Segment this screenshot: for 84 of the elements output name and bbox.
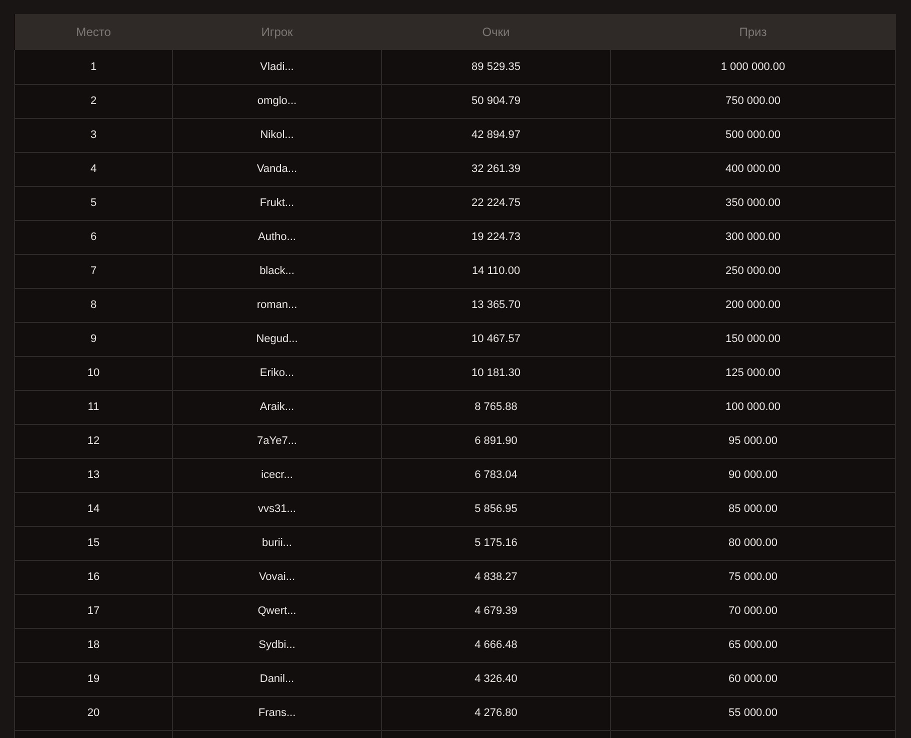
table-cell: 55 000.00 xyxy=(610,696,896,730)
table-cell: 1 xyxy=(14,50,172,84)
table-cell: Vovai... xyxy=(172,560,382,594)
table-cell: 10 467.57 xyxy=(382,322,610,356)
table-cell: 7aYe7... xyxy=(172,424,382,458)
table-cell: 42 894.97 xyxy=(382,118,610,152)
table-cell: 11 xyxy=(14,390,172,424)
table-cell: Qwert... xyxy=(172,594,382,628)
table-cell: 4 326.40 xyxy=(382,662,610,696)
table-cell: vvs31... xyxy=(172,492,382,526)
table-cell: 2 xyxy=(14,84,172,118)
table-cell: 18 xyxy=(14,628,172,662)
table-cell: 6 891.90 xyxy=(382,424,610,458)
table-cell: 50 904.79 xyxy=(382,84,610,118)
table-cell: 200 000.00 xyxy=(610,288,896,322)
table-cell: omglo... xyxy=(172,84,382,118)
table-cell: Nikol... xyxy=(172,118,382,152)
table-cell: 75 000.00 xyxy=(610,560,896,594)
table-cell: black... xyxy=(172,254,382,288)
table-cell: 5 175.16 xyxy=(382,526,610,560)
table-cell: 14 xyxy=(14,492,172,526)
table-cell: 90 000.00 xyxy=(610,458,896,492)
table-cell: 13 365.70 xyxy=(382,288,610,322)
table-cell: 89 529.35 xyxy=(382,50,610,84)
table-cell: 65 000.00 xyxy=(610,628,896,662)
table-cell: 60 000.00 xyxy=(610,662,896,696)
table-cell: 14 110.00 xyxy=(382,254,610,288)
table-cell: Autho... xyxy=(172,220,382,254)
table-cell: Araik... xyxy=(172,390,382,424)
table-cell: 3 xyxy=(14,118,172,152)
column-header: Игрок xyxy=(172,14,382,50)
table-cell: 5 856.95 xyxy=(382,492,610,526)
table-cell: 19 224.73 xyxy=(382,220,610,254)
table-cell: 5 xyxy=(14,186,172,220)
table-cell: 9 xyxy=(14,322,172,356)
table-cell: 1 000 000.00 xyxy=(610,50,896,84)
table-cell: Sydbi... xyxy=(172,628,382,662)
column-header: Место xyxy=(14,14,172,50)
column-header: Очки xyxy=(382,14,610,50)
table-cell: 6 783.04 xyxy=(382,458,610,492)
table-cell: 80 000.00 xyxy=(610,526,896,560)
table-cell: Vladi... xyxy=(172,50,382,84)
table-cell: 300 000.00 xyxy=(610,220,896,254)
table-cell: 500 000.00 xyxy=(610,118,896,152)
table-cell: 10 181.30 xyxy=(382,356,610,390)
table-cell: 95 000.00 xyxy=(610,424,896,458)
table-cell: 19 xyxy=(14,662,172,696)
table-cell: 4 666.48 xyxy=(382,628,610,662)
table-cell: 750 000.00 xyxy=(610,84,896,118)
table-cell: 15 xyxy=(14,526,172,560)
table-cell: 7 xyxy=(14,254,172,288)
table-cell: Frukt... xyxy=(172,186,382,220)
table-cell: 4 xyxy=(14,152,172,186)
table-cell: 4 276.80 xyxy=(382,696,610,730)
table-cell: 22 224.75 xyxy=(382,186,610,220)
table-cell: burii... xyxy=(172,526,382,560)
table-cell: 125 000.00 xyxy=(610,356,896,390)
table-cell: Danil... xyxy=(172,662,382,696)
table-cell: 4 838.27 xyxy=(382,560,610,594)
table-cell: icecr... xyxy=(172,458,382,492)
table-cell: 100 000.00 xyxy=(610,390,896,424)
table-cell: 400 000.00 xyxy=(610,152,896,186)
table-cell: 10 xyxy=(14,356,172,390)
table-cell: 150 000.00 xyxy=(610,322,896,356)
table-cell: 8 xyxy=(14,288,172,322)
table-cell: 6 xyxy=(14,220,172,254)
table-cell: 250 000.00 xyxy=(610,254,896,288)
table-cell: Negud... xyxy=(172,322,382,356)
table-cell: 350 000.00 xyxy=(610,186,896,220)
table-cell: roman... xyxy=(172,288,382,322)
table-cell: 32 261.39 xyxy=(382,152,610,186)
table-cell: 12 xyxy=(14,424,172,458)
table-cell: 4 679.39 xyxy=(382,594,610,628)
table-cell: 85 000.00 xyxy=(610,492,896,526)
table-cell: 20 xyxy=(14,696,172,730)
table-cell: Frans... xyxy=(172,696,382,730)
table-cell: Eriko... xyxy=(172,356,382,390)
column-header: Приз xyxy=(610,14,896,50)
table-cell: 70 000.00 xyxy=(610,594,896,628)
table-cell: 17 xyxy=(14,594,172,628)
table-cell: 16 xyxy=(14,560,172,594)
table-cell: 13 xyxy=(14,458,172,492)
table-cell: 8 765.88 xyxy=(382,390,610,424)
table-cell: Vanda... xyxy=(172,152,382,186)
